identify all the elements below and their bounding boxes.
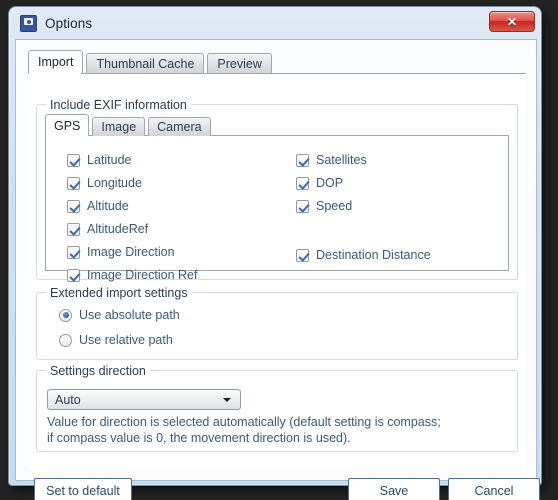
tab-gps[interactable]: GPS — [45, 114, 90, 136]
checkbox-label: Latitude — [87, 153, 132, 167]
direction-dropdown-value: Auto — [55, 392, 81, 407]
checkbox-label: AltitudeRef — [87, 222, 149, 236]
checkbox-latitude[interactable]: Latitude — [67, 153, 131, 167]
checkbox-satellites[interactable]: Satellites — [296, 153, 367, 167]
group-extended-legend: Extended import settings — [46, 286, 192, 300]
tab-import[interactable]: Import — [28, 50, 84, 73]
tab-preview[interactable]: Preview — [207, 53, 272, 73]
checkbox-label: Altitude — [87, 199, 129, 213]
tabstrip-active-mask — [29, 73, 81, 75]
window-title: Options — [45, 15, 93, 31]
group-extended-import-settings: Extended import settings Use absolute pa… — [36, 286, 518, 360]
checkbox-box-icon — [67, 222, 80, 236]
chevron-down-icon — [223, 398, 231, 402]
cancel-button[interactable]: Cancel — [448, 478, 540, 500]
checkbox-box-icon — [67, 245, 80, 259]
checkbox-speed[interactable]: Speed — [296, 199, 352, 213]
radio-label: Use absolute path — [79, 308, 180, 322]
checkbox-box-icon — [296, 176, 309, 190]
checkbox-box-icon — [67, 176, 80, 190]
exif-inner-tabstrip: GPS Image Camera — [45, 114, 214, 136]
title-bar: Options ✕ — [9, 7, 541, 39]
client-area: Import Thumbnail Cache Preview Include E… — [15, 39, 540, 500]
gps-tab-mask — [46, 135, 87, 137]
checkbox-dop[interactable]: DOP — [296, 176, 343, 190]
radio-use-absolute-path[interactable]: Use absolute path — [59, 308, 180, 322]
direction-description-line1: Value for direction is selected automati… — [47, 415, 441, 429]
checkbox-box-icon — [67, 199, 80, 213]
tab-image[interactable]: Image — [92, 117, 146, 136]
main-tabstrip: Import Thumbnail Cache Preview — [28, 50, 275, 73]
checkbox-label: Destination Distance — [316, 248, 431, 262]
checkbox-altituderef[interactable]: AltitudeRef — [67, 222, 148, 236]
direction-description-line2: if compass value is 0, the movement dire… — [47, 431, 351, 445]
checkbox-image-direction-ref[interactable]: Image Direction Ref — [67, 268, 197, 282]
radio-use-relative-path[interactable]: Use relative path — [59, 333, 173, 347]
checkbox-image-direction[interactable]: Image Direction — [67, 245, 175, 259]
set-to-default-button[interactable]: Set to default — [34, 478, 132, 500]
checkbox-altitude[interactable]: Altitude — [67, 199, 129, 213]
radio-circle-icon — [59, 308, 72, 322]
options-window: Options ✕ Import Thumbnail Cache Preview… — [8, 6, 542, 500]
checkbox-label: DOP — [316, 176, 344, 190]
checkbox-box-icon — [296, 199, 309, 213]
direction-description: Value for direction is selected automati… — [47, 414, 502, 446]
checkbox-box-icon — [67, 268, 80, 282]
radio-label: Use relative path — [79, 333, 173, 347]
group-exif-legend: Include EXIF information — [46, 98, 191, 112]
checkbox-box-icon — [296, 248, 309, 262]
checkbox-longitude[interactable]: Longitude — [67, 176, 142, 190]
group-settings-direction: Settings direction Auto Value for direct… — [36, 364, 518, 452]
checkbox-label: Image Direction Ref — [87, 268, 198, 282]
checkbox-label: Speed — [316, 199, 353, 213]
save-button[interactable]: Save — [348, 478, 440, 500]
checkbox-box-icon — [67, 153, 80, 167]
tab-camera[interactable]: Camera — [148, 117, 211, 136]
camera-monitor-icon — [20, 14, 37, 32]
checkbox-label: Longitude — [87, 176, 142, 190]
checkbox-destination-distance[interactable]: Destination Distance — [296, 248, 431, 262]
group-include-exif: Include EXIF information GPS Image Camer… — [36, 98, 518, 282]
import-page: Include EXIF information GPS Image Camer… — [28, 74, 526, 470]
checkbox-box-icon — [296, 153, 309, 167]
checkbox-label: Satellites — [316, 153, 367, 167]
close-icon[interactable]: ✕ — [489, 11, 535, 32]
tab-thumbnail-cache[interactable]: Thumbnail Cache — [86, 53, 205, 73]
radio-circle-icon — [59, 333, 72, 347]
direction-dropdown[interactable]: Auto — [47, 389, 241, 410]
group-direction-legend: Settings direction — [46, 364, 150, 378]
checkbox-label: Image Direction — [87, 245, 175, 259]
